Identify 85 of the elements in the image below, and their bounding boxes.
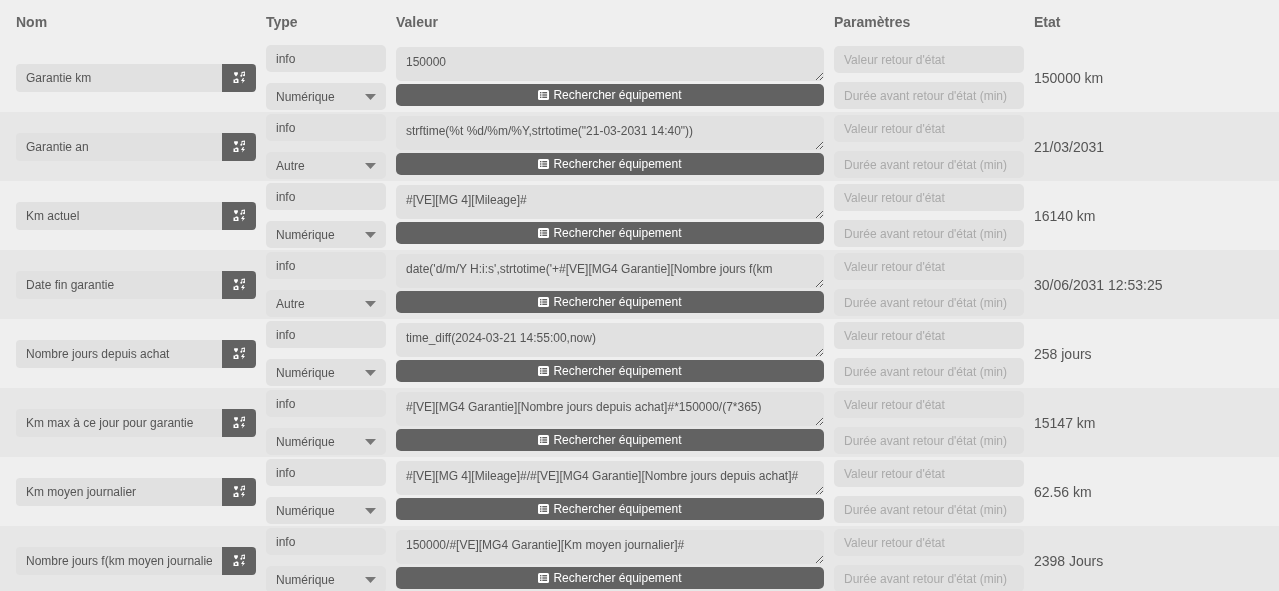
subtype-field[interactable]: info [266, 528, 386, 555]
column-header: Etat [1034, 13, 1062, 30]
value-field[interactable]: date('d/m/Y H:i:s',strtotime('+#[VE][MG4 Garantie][Nombre jours f(km [396, 254, 824, 288]
symbols-icon [232, 140, 246, 153]
caret-icon [365, 300, 376, 307]
search-equipment-button[interactable]: Rechercher équipement [396, 84, 824, 106]
symbols-icon [232, 485, 246, 498]
column-header: Type [266, 13, 299, 30]
symbols-icon [232, 209, 246, 222]
configure-button[interactable] [222, 546, 256, 575]
name-field[interactable]: Date fin garantie [16, 270, 222, 299]
name-field[interactable]: Km max à ce jour pour garantie [16, 408, 222, 437]
value-field[interactable]: time_diff(2024-03-21 14:55:00,now) [396, 323, 824, 357]
name-field[interactable]: Nombre jours depuis achat [16, 339, 222, 368]
symbols-icon [232, 554, 246, 567]
list-icon [538, 573, 550, 583]
configure-button[interactable] [222, 132, 256, 161]
subtype-field[interactable]: info [266, 183, 386, 210]
value-field[interactable]: strftime(%t %d/%m/%Y,strtotime("21-03-2031 14:40")) [396, 116, 824, 150]
caret-icon [365, 507, 376, 514]
list-icon [538, 297, 550, 307]
subtype-field[interactable]: info [266, 459, 386, 486]
subtype-field[interactable]: info [266, 252, 386, 279]
type-select[interactable]: Numérique [266, 428, 386, 455]
caret-icon [365, 369, 376, 376]
column-header: Paramètres [834, 13, 912, 30]
list-icon [538, 228, 550, 238]
search-equipment-button[interactable]: Rechercher équipement [396, 429, 824, 451]
value-field[interactable]: 150000 [396, 47, 824, 81]
configure-button[interactable] [222, 477, 256, 506]
name-field[interactable]: Garantie km [16, 63, 222, 92]
type-select[interactable]: Autre [266, 290, 386, 317]
state-value: 15147 km [1034, 414, 1096, 431]
search-equipment-button[interactable]: Rechercher équipement [396, 222, 824, 244]
value-field[interactable]: 150000/#[VE][MG4 Garantie][Km moyen journalier]# [396, 530, 824, 564]
symbols-icon [232, 278, 246, 291]
type-select[interactable]: Numérique [266, 221, 386, 248]
list-icon [538, 90, 550, 100]
symbols-icon [232, 347, 246, 360]
type-select[interactable]: Numérique [266, 83, 386, 110]
configure-button[interactable] [222, 201, 256, 230]
symbols-icon [232, 416, 246, 429]
state-value: 21/03/2031 [1034, 138, 1105, 155]
value-field[interactable]: #[VE][MG4 Garantie][Nombre jours depuis achat]#*150000/(7*365) [396, 392, 824, 426]
type-select[interactable]: Numérique [266, 359, 386, 386]
search-equipment-button[interactable]: Rechercher équipement [396, 567, 824, 589]
state-value: 30/06/2031 12:53:25 [1034, 276, 1163, 293]
type-select[interactable]: Numérique [266, 497, 386, 524]
caret-icon [365, 162, 376, 169]
state-value: 62.56 km [1034, 483, 1092, 500]
configure-button[interactable] [222, 270, 256, 299]
list-icon [538, 435, 550, 445]
column-header: Nom [16, 13, 49, 30]
state-value: 150000 km [1034, 69, 1104, 86]
list-icon [538, 159, 550, 169]
subtype-field[interactable]: info [266, 321, 386, 348]
state-value: 2398 Jours [1034, 552, 1104, 569]
configure-button[interactable] [222, 408, 256, 437]
subtype-field[interactable]: info [266, 390, 386, 417]
list-icon [538, 366, 550, 376]
search-equipment-button[interactable]: Rechercher équipement [396, 291, 824, 313]
caret-icon [365, 93, 376, 100]
subtype-field[interactable]: info [266, 114, 386, 141]
column-header: Valeur [396, 13, 440, 30]
name-field[interactable]: Km actuel [16, 201, 222, 230]
value-field[interactable]: #[VE][MG 4][Mileage]# [396, 185, 824, 219]
caret-icon [365, 231, 376, 238]
search-equipment-button[interactable]: Rechercher équipement [396, 153, 824, 175]
caret-icon [365, 438, 376, 445]
configure-button[interactable] [222, 63, 256, 92]
name-field[interactable]: Nombre jours f(km moyen journalie [16, 546, 222, 575]
type-select[interactable]: Autre [266, 152, 386, 179]
subtype-field[interactable]: info [266, 45, 386, 72]
state-value: 258 jours [1034, 345, 1092, 362]
list-icon [538, 504, 550, 514]
configure-button[interactable] [222, 339, 256, 368]
caret-icon [365, 576, 376, 583]
type-select[interactable]: Numérique [266, 566, 386, 591]
symbols-icon [232, 71, 246, 84]
search-equipment-button[interactable]: Rechercher équipement [396, 360, 824, 382]
value-field[interactable]: #[VE][MG 4][Mileage]#/#[VE][MG4 Garantie][Nombre jours depuis achat]# [396, 461, 824, 495]
state-value: 16140 km [1034, 207, 1096, 224]
search-equipment-button[interactable]: Rechercher équipement [396, 498, 824, 520]
name-field[interactable]: Garantie an [16, 132, 222, 161]
name-field[interactable]: Km moyen journalier [16, 477, 222, 506]
